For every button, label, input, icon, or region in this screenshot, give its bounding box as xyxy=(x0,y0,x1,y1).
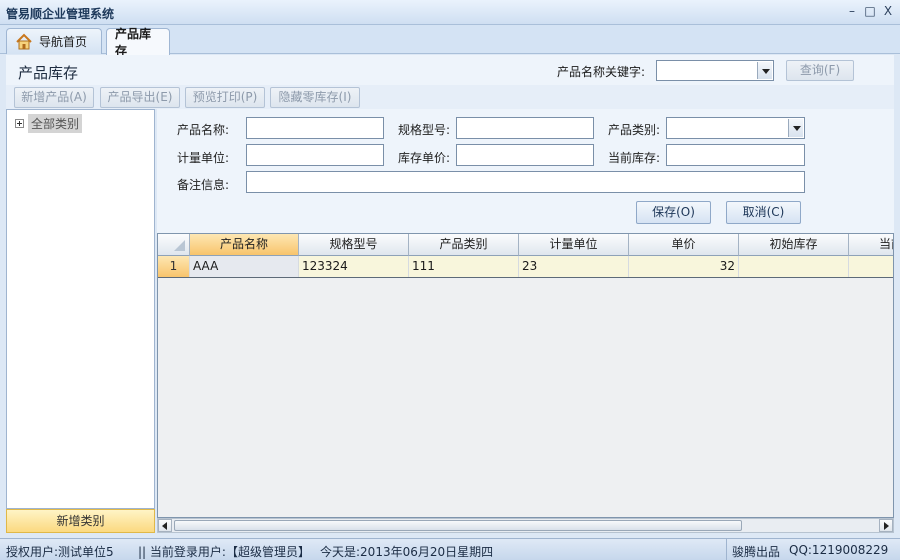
tab-navigation-home[interactable]: 导航首页 xyxy=(6,28,102,54)
cell-initial-stock[interactable] xyxy=(739,256,849,277)
column-header[interactable]: 计量单位 xyxy=(519,234,629,256)
toolbar: 新增产品(A) 产品导出(E) 预览打印(P) 隐藏零库存(I) xyxy=(6,85,894,109)
column-header[interactable]: 规格型号 xyxy=(299,234,409,256)
category-combobox[interactable] xyxy=(666,117,805,139)
qq-text: QQ:1219008229 xyxy=(789,543,889,557)
export-product-button[interactable]: 产品导出(E) xyxy=(100,87,180,108)
column-header[interactable]: 当前 xyxy=(849,234,893,256)
grid-header: 产品名称 规格型号 产品类别 计量单位 单价 初始库存 当前 xyxy=(158,234,893,256)
tab-label: 导航首页 xyxy=(39,35,88,49)
cell-price[interactable]: 32 xyxy=(629,256,739,277)
cell-unit[interactable]: 23 xyxy=(519,256,629,277)
keyword-label: 产品名称关键字: xyxy=(557,65,646,79)
app-title: 管易顺企业管理系统 xyxy=(6,7,115,21)
column-header[interactable]: 产品类别 xyxy=(409,234,519,256)
tree-node-all-categories[interactable]: 全部类别 xyxy=(15,114,83,133)
minimize-button[interactable]: – xyxy=(846,3,858,19)
expand-icon[interactable] xyxy=(15,119,24,128)
page-title: 产品库存 xyxy=(18,64,79,82)
remark-field[interactable] xyxy=(246,171,805,193)
home-icon xyxy=(16,33,32,49)
tab-label: 产品库存 xyxy=(115,27,152,58)
row-number: 1 xyxy=(158,256,190,277)
category-tree: 全部类别 xyxy=(6,109,155,509)
stock-price-label: 库存单价: xyxy=(398,151,451,165)
unit-label: 计量单位: xyxy=(177,151,230,165)
cell-spec[interactable]: 123324 xyxy=(299,256,409,277)
product-form: 产品名称: 规格型号: 产品类别: 计量单位: 库存单价: 当前库存: 备注信息… xyxy=(157,109,894,233)
column-header[interactable]: 单价 xyxy=(629,234,739,256)
stock-price-field[interactable] xyxy=(456,144,594,166)
column-header[interactable]: 产品名称 xyxy=(190,234,299,256)
current-stock-field[interactable] xyxy=(666,144,805,166)
table-row[interactable]: 1 AAA 123324 111 23 32 xyxy=(158,256,893,278)
chevron-down-icon[interactable] xyxy=(788,119,803,137)
window-controls: – □ X xyxy=(846,3,894,19)
cell-category[interactable]: 111 xyxy=(409,256,519,277)
hide-zero-stock-button[interactable]: 隐藏零库存(I) xyxy=(270,87,360,108)
status-bar: 授权用户:测试单位5 || 当前登录用户:【超级管理员】 今天是:2013年06… xyxy=(0,538,900,560)
product-grid: 产品名称 规格型号 产品类别 计量单位 单价 初始库存 当前 1 AAA 123… xyxy=(157,233,894,518)
current-stock-label: 当前库存: xyxy=(608,151,661,165)
tab-product-inventory[interactable]: 产品库存 xyxy=(106,27,170,58)
spec-field[interactable] xyxy=(456,117,594,139)
title-bar: 管易顺企业管理系统 – □ X xyxy=(0,0,900,25)
status-separator xyxy=(726,539,727,560)
horizontal-scrollbar[interactable] xyxy=(157,518,894,533)
select-all-corner[interactable] xyxy=(158,234,190,256)
date-text: 今天是:2013年06月20日星期四 xyxy=(320,545,494,559)
spec-label: 规格型号: xyxy=(398,123,451,137)
category-label: 产品类别: xyxy=(608,123,661,137)
licensed-user-text: 授权用户:测试单位5 xyxy=(6,545,114,559)
scrollbar-thumb[interactable] xyxy=(174,520,742,531)
page-header: 产品库存 产品名称关键字: 查询(F) xyxy=(6,55,894,85)
maximize-button[interactable]: □ xyxy=(864,3,876,19)
cell-product-name[interactable]: AAA xyxy=(190,256,299,277)
login-user-text: || 当前登录用户:【超级管理员】 xyxy=(138,545,310,559)
column-header[interactable]: 初始库存 xyxy=(739,234,849,256)
remark-label: 备注信息: xyxy=(177,178,230,192)
query-button[interactable]: 查询(F) xyxy=(786,60,854,81)
keyword-combobox[interactable] xyxy=(656,60,774,81)
add-category-button[interactable]: 新增类别 xyxy=(6,509,155,533)
product-name-label: 产品名称: xyxy=(177,123,230,137)
print-preview-button[interactable]: 预览打印(P) xyxy=(185,87,265,108)
add-product-button[interactable]: 新增产品(A) xyxy=(14,87,94,108)
close-button[interactable]: X xyxy=(882,3,894,19)
cancel-button[interactable]: 取消(C) xyxy=(726,201,801,224)
tree-node-label: 全部类别 xyxy=(28,114,83,133)
scroll-left-icon[interactable] xyxy=(158,519,172,532)
product-name-field[interactable] xyxy=(246,117,384,139)
cell-current-stock[interactable] xyxy=(849,256,893,277)
chevron-down-icon[interactable] xyxy=(757,62,772,79)
scroll-right-icon[interactable] xyxy=(879,519,893,532)
vendor-text: 骏腾出品 xyxy=(732,545,781,559)
save-button[interactable]: 保存(O) xyxy=(636,201,711,224)
unit-field[interactable] xyxy=(246,144,384,166)
tab-strip: 导航首页 产品库存 xyxy=(0,25,900,58)
